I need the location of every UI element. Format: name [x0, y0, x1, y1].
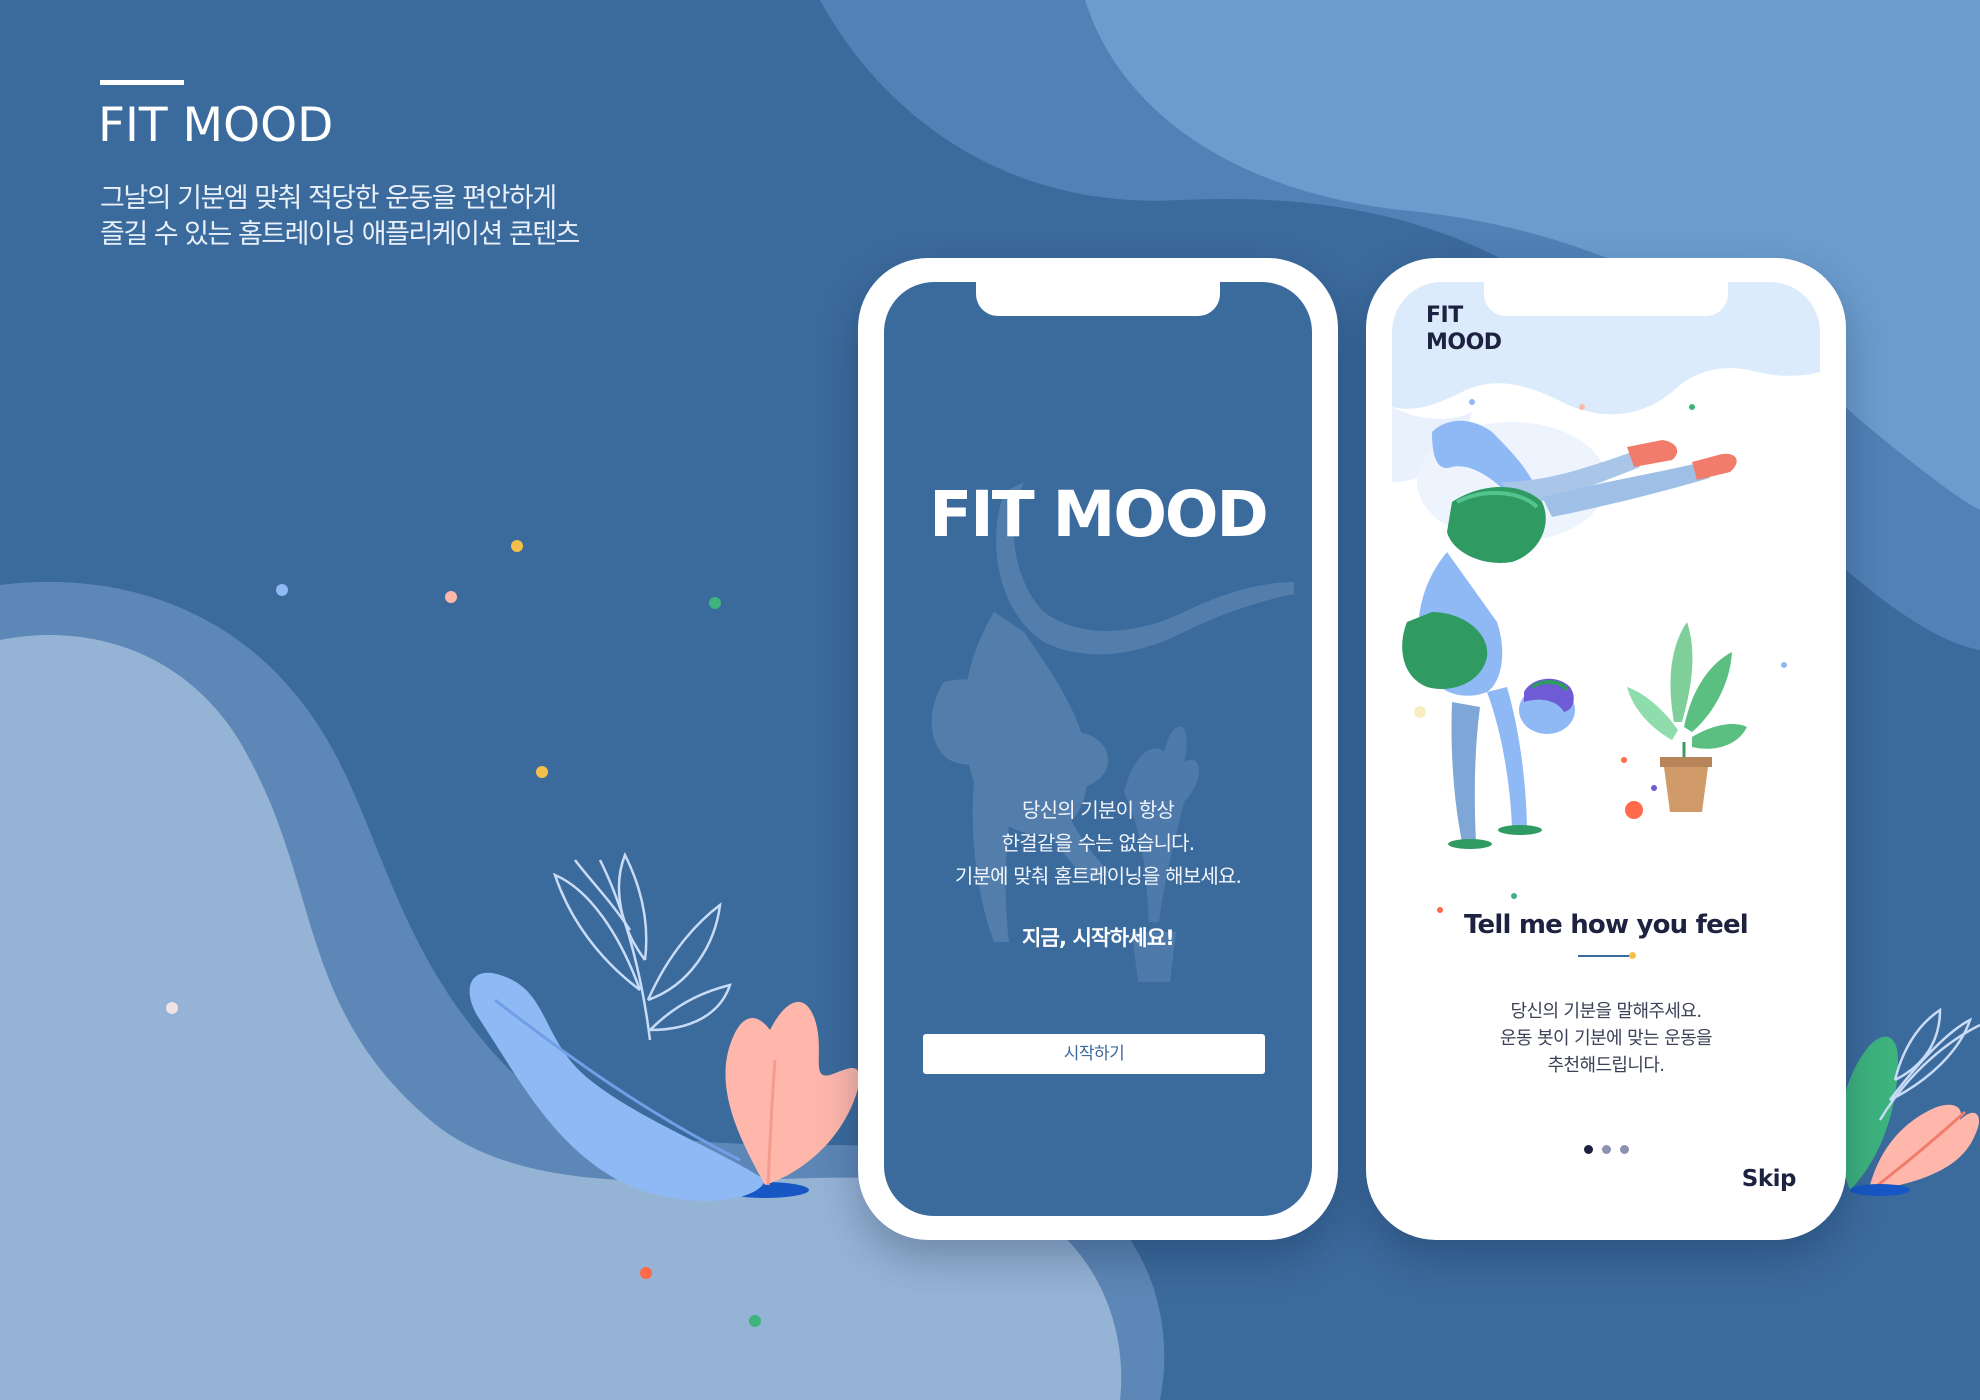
onboarding-message-line: 운동 봇이 기분에 맞는 운동을	[1499, 1028, 1713, 1049]
page-description: 그날의 기분엠 맞춰 적당한 운동을 편안하게 즐길 수 있는 홈트레이닝 애플…	[100, 181, 720, 253]
confetti-dot	[536, 766, 548, 778]
splash-screen: FIT MOOD 당신의 기분이 항상 한결같을 수는 없습니다. 기분에 맞춰…	[884, 282, 1312, 1216]
logo-line: MOOD	[1426, 330, 1502, 355]
splash-app-title: FIT MOOD	[929, 478, 1268, 551]
phone-notch	[976, 282, 1220, 316]
outline-fern-leaf	[552, 851, 732, 1041]
right-plant-cluster	[1839, 1007, 1980, 1196]
phone-mockup-splash: FIT MOOD 당신의 기분이 항상 한결같을 수는 없습니다. 기분에 맞춰…	[858, 258, 1338, 1240]
description-line: 즐길 수 있는 홈트레이닝 애플리케이션 콘텐츠	[100, 219, 580, 250]
plant-pot-icon	[1627, 622, 1747, 812]
page-dot-active[interactable]	[1584, 1145, 1593, 1154]
onboarding-message-line: 당신의 기분을 말해주세요.	[1510, 1001, 1703, 1022]
confetti-dot	[445, 591, 457, 603]
confetti-dot	[166, 1002, 178, 1014]
page-indicator	[1584, 1145, 1629, 1155]
confetti-dot	[640, 1267, 652, 1279]
presentation-canvas: FIT MOOD 그날의 기분엠 맞춰 적당한 운동을 편안하게 즐길 수 있는…	[0, 0, 1980, 1400]
onboarding-message-line: 추천해드립니다.	[1547, 1055, 1665, 1076]
page-dot[interactable]	[1602, 1145, 1611, 1154]
headline-underline-dot	[1629, 952, 1636, 959]
splash-message-line: 한결같을 수는 없습니다.	[1001, 831, 1195, 855]
splash-message: 당신의 기분이 항상 한결같을 수는 없습니다. 기분에 맞춰 홈트레이닝을 해…	[884, 794, 1312, 893]
headline-underline	[1578, 955, 1632, 957]
onboarding-headline: Tell me how you feel	[1464, 910, 1749, 940]
onboarding-message: 당신의 기분을 말해주세요. 운동 봇이 기분에 맞는 운동을 추천해드립니다.	[1392, 998, 1820, 1079]
splash-message-line: 당신의 기분이 항상	[1022, 798, 1175, 822]
plant-shadow-right	[1850, 1184, 1910, 1196]
confetti-dot	[511, 540, 523, 552]
splash-message-line: 기분에 맞춰 홈트레이닝을 해보세요.	[954, 864, 1242, 888]
splash-call-to-action: 지금, 시작하세요!	[1021, 926, 1175, 950]
phone-notch	[1484, 282, 1728, 316]
page-dot[interactable]	[1620, 1145, 1629, 1154]
start-button[interactable]: 시작하기	[923, 1034, 1265, 1074]
description-line: 그날의 기분엠 맞춰 적당한 운동을 편안하게	[100, 183, 557, 214]
yoga-figure-icon	[931, 482, 1294, 982]
onboarding-screen: FIT MOOD Tell me how you feel 당신의 기분을 말해…	[1392, 282, 1820, 1216]
title-accent-line	[100, 80, 184, 85]
confetti-dot	[749, 1315, 761, 1327]
skip-button[interactable]: Skip	[1742, 1166, 1797, 1192]
phone-mockup-onboarding: FIT MOOD Tell me how you feel 당신의 기분을 말해…	[1366, 258, 1846, 1240]
confetti-dot	[276, 584, 288, 596]
page-title: FIT MOOD	[98, 98, 334, 153]
confetti-dot	[709, 597, 721, 609]
